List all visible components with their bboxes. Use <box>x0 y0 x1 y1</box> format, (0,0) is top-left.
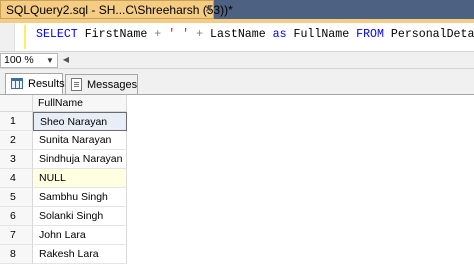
results-grid[interactable]: FullName 1 Sheo Narayan 2 Sunita Narayan 3 Si… <box>0 94 474 264</box>
row-number[interactable]: 3 <box>0 150 33 169</box>
row-number[interactable]: 1 <box>0 112 33 131</box>
sql-token: SELECT <box>36 28 78 41</box>
cell-value: Sambhu Singh <box>39 191 108 203</box>
sql-token: ' ' <box>168 28 190 41</box>
row-number-label: 5 <box>10 191 16 203</box>
row-number-label: 4 <box>10 172 16 184</box>
select-all-corner[interactable] <box>0 95 33 112</box>
sql-token: as <box>272 28 287 41</box>
fullname-cell[interactable]: Rakesh Lara <box>33 245 127 264</box>
document-tab-title: SQLQuery2.sql - SH...C\Shreeharsh (53))* <box>6 3 233 17</box>
tab-results[interactable]: Results <box>5 73 65 95</box>
fullname-cell[interactable]: Sindhuja Narayan <box>33 150 127 169</box>
row-number-label: 7 <box>10 229 16 241</box>
tab-messages[interactable]: Messages <box>65 74 138 94</box>
sql-statement[interactable]: SELECT FirstName + ' ' + LastName as Ful… <box>36 28 474 41</box>
row-number-label: 1 <box>10 115 16 127</box>
editor-gutter <box>0 23 15 51</box>
grid-icon <box>11 78 23 89</box>
row-number[interactable]: 4 <box>0 169 33 188</box>
cell-value: Solanki Singh <box>39 210 104 222</box>
cell-value: John Lara <box>39 229 86 241</box>
zoom-bar: 100 % ▼ ◀ <box>0 51 474 69</box>
fullname-cell[interactable]: Sunita Narayan <box>33 131 127 150</box>
sql-token: FullName <box>286 28 357 41</box>
cell-value: Sheo Narayan <box>40 116 108 128</box>
fullname-cell[interactable]: Solanki Singh <box>33 207 127 226</box>
table-row[interactable]: 5 Sambhu Singh <box>0 188 127 207</box>
tab-results-label: Results <box>28 78 65 90</box>
cell-value: NULL <box>39 172 66 184</box>
zoom-dropdown[interactable]: 100 % ▼ <box>0 53 58 68</box>
sql-token: FirstName <box>77 28 155 41</box>
column-header-label: FullName <box>38 97 83 109</box>
row-number-label: 6 <box>10 210 16 222</box>
table-row[interactable]: 7 John Lara <box>0 226 127 245</box>
sql-token: + <box>196 28 204 41</box>
cell-value: Rakesh Lara <box>39 248 99 260</box>
row-number-label: 3 <box>10 153 16 165</box>
cell-value: Sunita Narayan <box>39 134 112 146</box>
row-number[interactable]: 2 <box>0 131 33 150</box>
results-pane: Results Messages FullName 1 Sheo Narayan 2… <box>0 69 474 264</box>
table-row[interactable]: 6 Solanki Singh <box>0 207 127 226</box>
table-row[interactable]: 3 Sindhuja Narayan <box>0 150 127 169</box>
column-header-fullname[interactable]: FullName <box>33 95 127 112</box>
table-row[interactable]: 8 Rakesh Lara <box>0 245 127 264</box>
fullname-cell[interactable]: NULL <box>33 169 127 188</box>
fullname-cell[interactable]: Sambhu Singh <box>33 188 127 207</box>
messages-icon <box>71 78 82 91</box>
row-number[interactable]: 7 <box>0 226 33 245</box>
scroll-left-icon[interactable]: ◀ <box>60 54 72 66</box>
table-row[interactable]: 2 Sunita Narayan <box>0 131 127 150</box>
tab-messages-label: Messages <box>87 79 138 91</box>
fullname-cell[interactable]: Sheo Narayan <box>33 112 127 131</box>
zoom-value: 100 % <box>4 54 34 66</box>
chevron-down-icon[interactable]: ▼ <box>46 56 54 65</box>
sql-token: LastName <box>203 28 273 41</box>
change-marker <box>24 25 26 49</box>
close-icon[interactable]: × <box>205 2 212 16</box>
row-number[interactable]: 6 <box>0 207 33 226</box>
row-number-label: 2 <box>10 134 16 146</box>
table-row[interactable]: 1 Sheo Narayan <box>0 112 127 131</box>
fullname-cell[interactable]: John Lara <box>33 226 127 245</box>
row-number[interactable]: 5 <box>0 188 33 207</box>
table-row[interactable]: 4 NULL <box>0 169 127 188</box>
row-number-label: 8 <box>10 248 16 260</box>
document-tab-bar: SQLQuery2.sql - SH...C\Shreeharsh (53))*… <box>0 0 474 19</box>
document-tab[interactable]: SQLQuery2.sql - SH...C\Shreeharsh (53))*… <box>0 0 233 19</box>
query-editor[interactable]: SELECT FirstName + ' ' + LastName as Ful… <box>0 23 474 51</box>
sql-token: PersonalDetails <box>390 28 474 41</box>
row-number[interactable]: 8 <box>0 245 33 264</box>
sql-token: FROM <box>356 28 384 41</box>
cell-value: Sindhuja Narayan <box>39 153 123 165</box>
